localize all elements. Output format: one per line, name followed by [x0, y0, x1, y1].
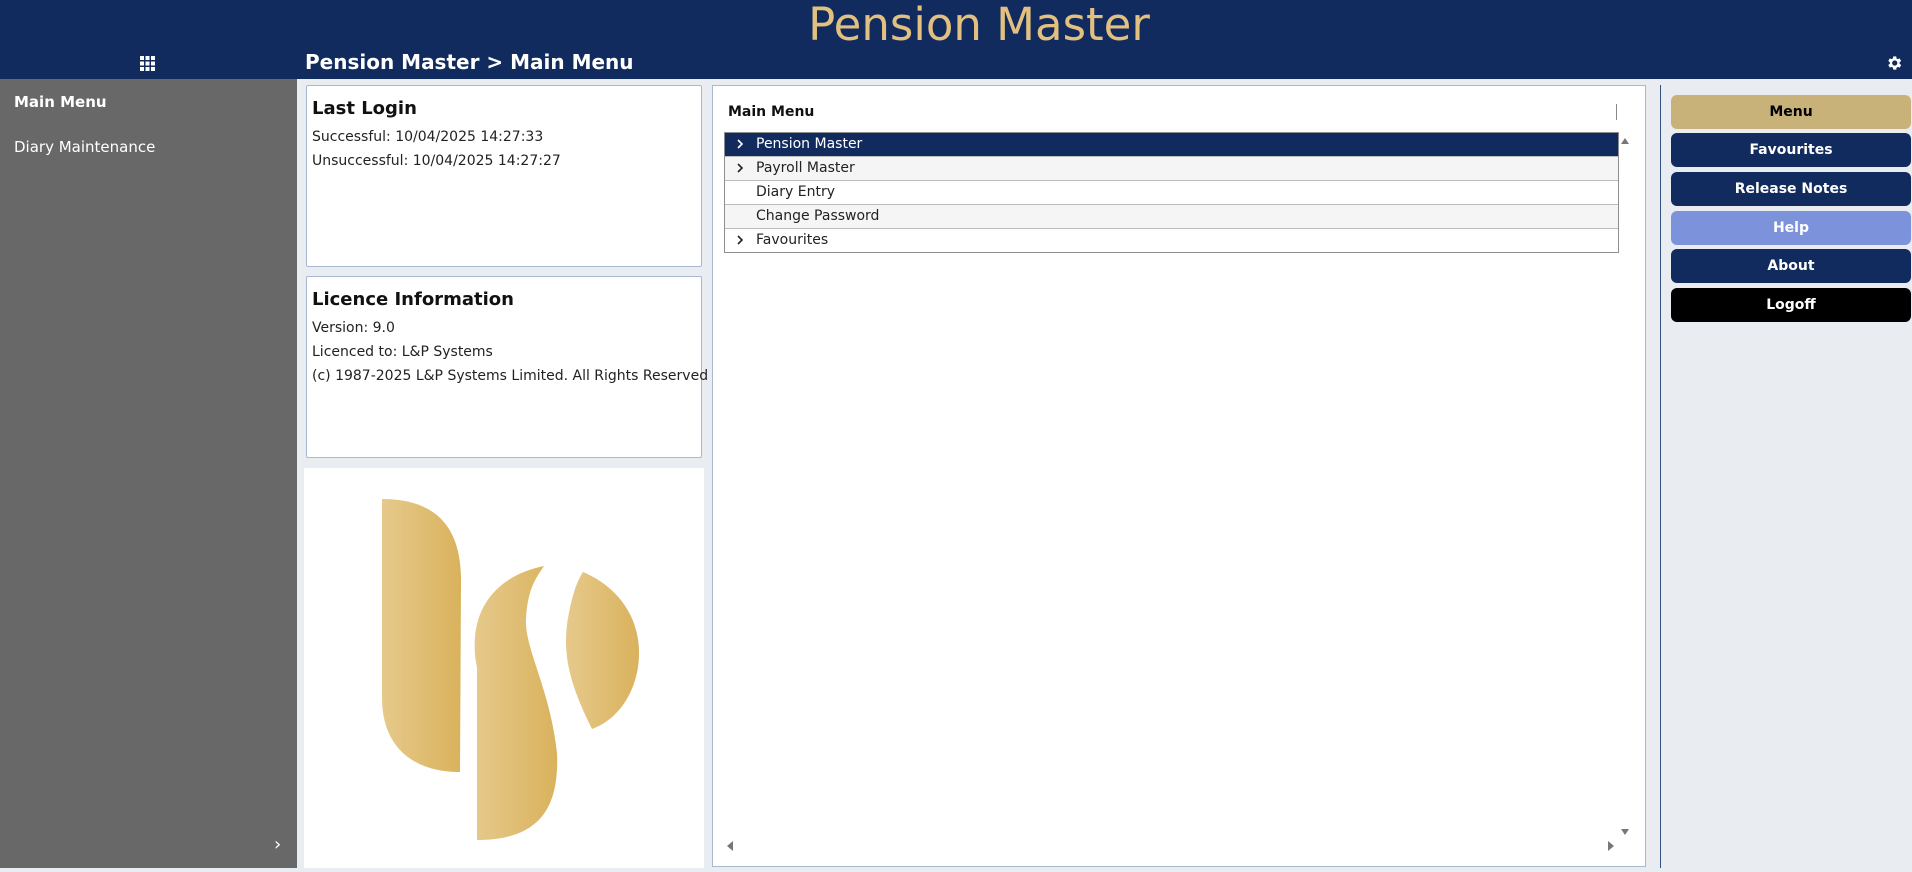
menu-item-diary-entry[interactable]: Diary Entry — [725, 181, 1618, 205]
logoff-button[interactable]: Logoff — [1671, 288, 1911, 322]
scroll-right-arrow-icon — [1608, 841, 1614, 851]
scroll-down-arrow-icon[interactable] — [1619, 826, 1631, 838]
main-menu-tree: Pension Master Payroll Master Diary Entr… — [724, 132, 1619, 253]
sidebar-item-diary-maintenance[interactable]: Diary Maintenance — [14, 138, 155, 156]
menu-item-label: Pension Master — [756, 136, 863, 152]
menu-button[interactable]: Menu — [1671, 95, 1911, 129]
column-separator — [1616, 104, 1617, 120]
menu-item-label: Diary Entry — [756, 184, 835, 200]
company-logo-panel — [304, 468, 704, 868]
last-login-title: Last Login — [312, 98, 417, 119]
menu-item-change-password[interactable]: Change Password — [725, 205, 1618, 229]
licence-info-title: Licence Information — [312, 289, 514, 310]
chevron-right-icon[interactable] — [734, 138, 746, 150]
app-title: Pension Master — [808, 0, 1150, 51]
sidebar-item-main-menu[interactable]: Main Menu — [14, 93, 107, 111]
logo-middle-shape — [474, 566, 558, 840]
main-menu-header: Main Menu — [728, 104, 815, 120]
right-panel-divider — [1660, 85, 1661, 868]
licence-info-panel: Licence Information Version: 9.0 Licence… — [306, 276, 708, 458]
about-button[interactable]: About — [1671, 249, 1911, 283]
logo-left-shape — [382, 499, 462, 772]
logo-right-shape — [565, 572, 639, 729]
release-notes-button[interactable]: Release Notes — [1671, 172, 1911, 206]
last-login-unsuccessful: Unsuccessful: 10/04/2025 14:27:27 — [312, 153, 561, 169]
scroll-left-arrow-icon — [727, 841, 733, 851]
licence-licenced-to: Licenced to: L&P Systems — [312, 344, 493, 360]
top-header-bar: Pension Master Pension Master > Main Men… — [0, 0, 1912, 79]
chevron-right-icon[interactable] — [734, 162, 746, 174]
help-button[interactable]: Help — [1671, 211, 1911, 245]
chevron-right-icon[interactable] — [734, 234, 746, 246]
last-login-successful: Successful: 10/04/2025 14:27:33 — [312, 129, 544, 145]
menu-item-label: Payroll Master — [756, 160, 855, 176]
favourites-button[interactable]: Favourites — [1671, 133, 1911, 167]
menu-item-pension-master[interactable]: Pension Master — [725, 133, 1618, 157]
sidebar: Main Menu Diary Maintenance — [0, 79, 297, 868]
menu-item-label: Change Password — [756, 208, 880, 224]
lp-logo — [382, 499, 639, 840]
scroll-up-arrow-icon[interactable] — [1619, 135, 1631, 147]
last-login-panel: Last Login Successful: 10/04/2025 14:27:… — [306, 85, 702, 267]
horizontal-scrollbar[interactable] — [724, 838, 1617, 854]
menu-item-label: Favourites — [756, 232, 829, 248]
sidebar-expand-chevron-icon[interactable]: › — [274, 834, 281, 855]
gear-icon[interactable] — [1885, 54, 1903, 72]
apps-grid-icon[interactable] — [140, 56, 155, 71]
licence-version: Version: 9.0 — [312, 320, 395, 336]
menu-item-favourites[interactable]: Favourites — [725, 229, 1618, 252]
menu-item-payroll-master[interactable]: Payroll Master — [725, 157, 1618, 181]
licence-copyright: (c) 1987-2025 L&P Systems Limited. All R… — [312, 368, 709, 384]
breadcrumb: Pension Master > Main Menu — [305, 50, 634, 74]
